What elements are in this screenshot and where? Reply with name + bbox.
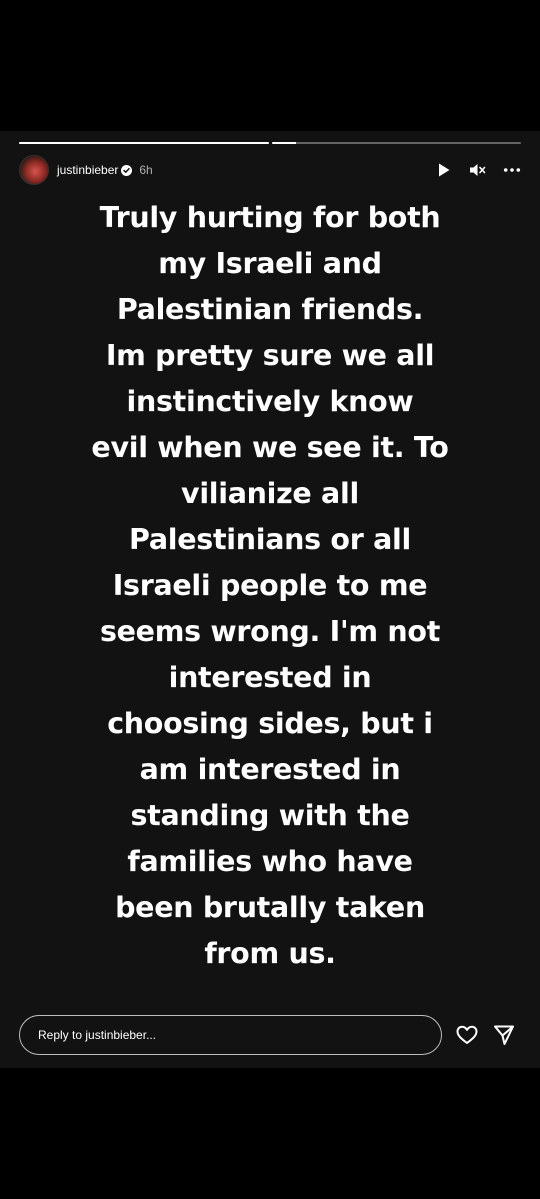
story-controls	[435, 161, 521, 179]
username[interactable]: justinbieber	[57, 163, 118, 177]
story-text-line: vilianize all	[181, 477, 359, 510]
story-text-line: am interested in	[139, 753, 401, 786]
post-time: 6h	[139, 163, 153, 177]
story-text-line: choosing sides, but i	[107, 707, 433, 740]
story-text: Truly hurting for both my Israeli and Pa…	[30, 195, 510, 977]
avatar[interactable]	[19, 155, 49, 185]
progress-segment	[19, 142, 269, 144]
story-text-line: Im pretty sure we all	[105, 339, 435, 372]
story-text-line: interested in	[168, 661, 372, 694]
story-header: justinbieber 6h	[19, 155, 521, 185]
story-text-line: evil when we see it. To	[91, 431, 449, 464]
story-viewer[interactable]: justinbieber 6h Truly hurting for both m…	[0, 131, 540, 1068]
story-text-line: standing with the	[130, 799, 410, 832]
story-text-line: been brutally taken	[115, 891, 425, 924]
story-text-line: Palestinian friends.	[116, 293, 424, 326]
mute-icon[interactable]	[469, 161, 487, 179]
play-icon[interactable]	[435, 161, 453, 179]
story-text-line: Israeli people to me	[112, 569, 428, 602]
reply-input[interactable]: Reply to justinbieber...	[19, 1015, 442, 1055]
story-progress	[19, 142, 521, 144]
story-footer: Reply to justinbieber...	[19, 1015, 521, 1055]
story-text-line: seems wrong. I'm not	[99, 615, 441, 648]
verified-badge-icon	[121, 164, 133, 176]
heart-icon[interactable]	[455, 1023, 479, 1047]
progress-segment	[271, 142, 521, 144]
send-icon[interactable]	[492, 1023, 516, 1047]
story-text-line: my Israeli and	[158, 247, 382, 280]
story-text-line: Truly hurting for both	[99, 201, 441, 234]
story-text-line: Palestinians or all	[129, 523, 411, 556]
more-icon[interactable]	[503, 161, 521, 179]
story-text-line: from us.	[204, 937, 336, 970]
story-text-line: instinctively know	[126, 385, 414, 418]
story-text-line: families who have	[127, 845, 413, 878]
